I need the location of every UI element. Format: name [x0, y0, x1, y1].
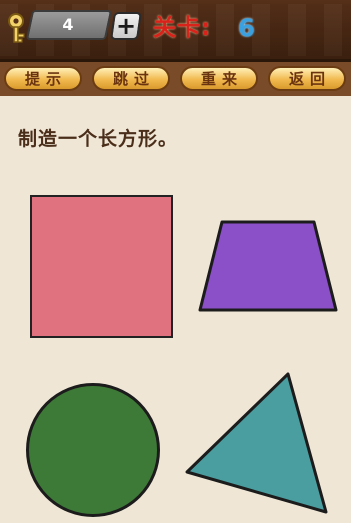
level-label: 关卡: — [153, 15, 212, 41]
level-number: 6 — [238, 14, 255, 42]
teal-triangle-shape[interactable] — [184, 370, 330, 516]
plus-icon: + — [115, 12, 137, 40]
menu-button-row: 提示 跳过 重来 返回 — [0, 62, 351, 96]
green-circle-shape[interactable] — [26, 383, 160, 517]
hint-count: 4 — [62, 15, 74, 34]
skip-button[interactable]: 跳过 — [92, 66, 170, 91]
restart-button[interactable]: 重来 — [180, 66, 258, 91]
top-bar: 4 + 关卡: 6 — [0, 0, 351, 62]
purple-trapezoid-shape[interactable] — [198, 220, 338, 312]
level-prompt: 制造一个长方形。 — [18, 128, 179, 150]
hint-key-counter: 4 — [5, 9, 113, 43]
key-icon — [8, 13, 25, 43]
hint-button[interactable]: 提示 — [4, 66, 82, 91]
back-button[interactable]: 返回 — [268, 66, 346, 91]
pink-square-shape[interactable] — [30, 195, 173, 338]
add-hint-button[interactable]: + — [110, 12, 142, 40]
